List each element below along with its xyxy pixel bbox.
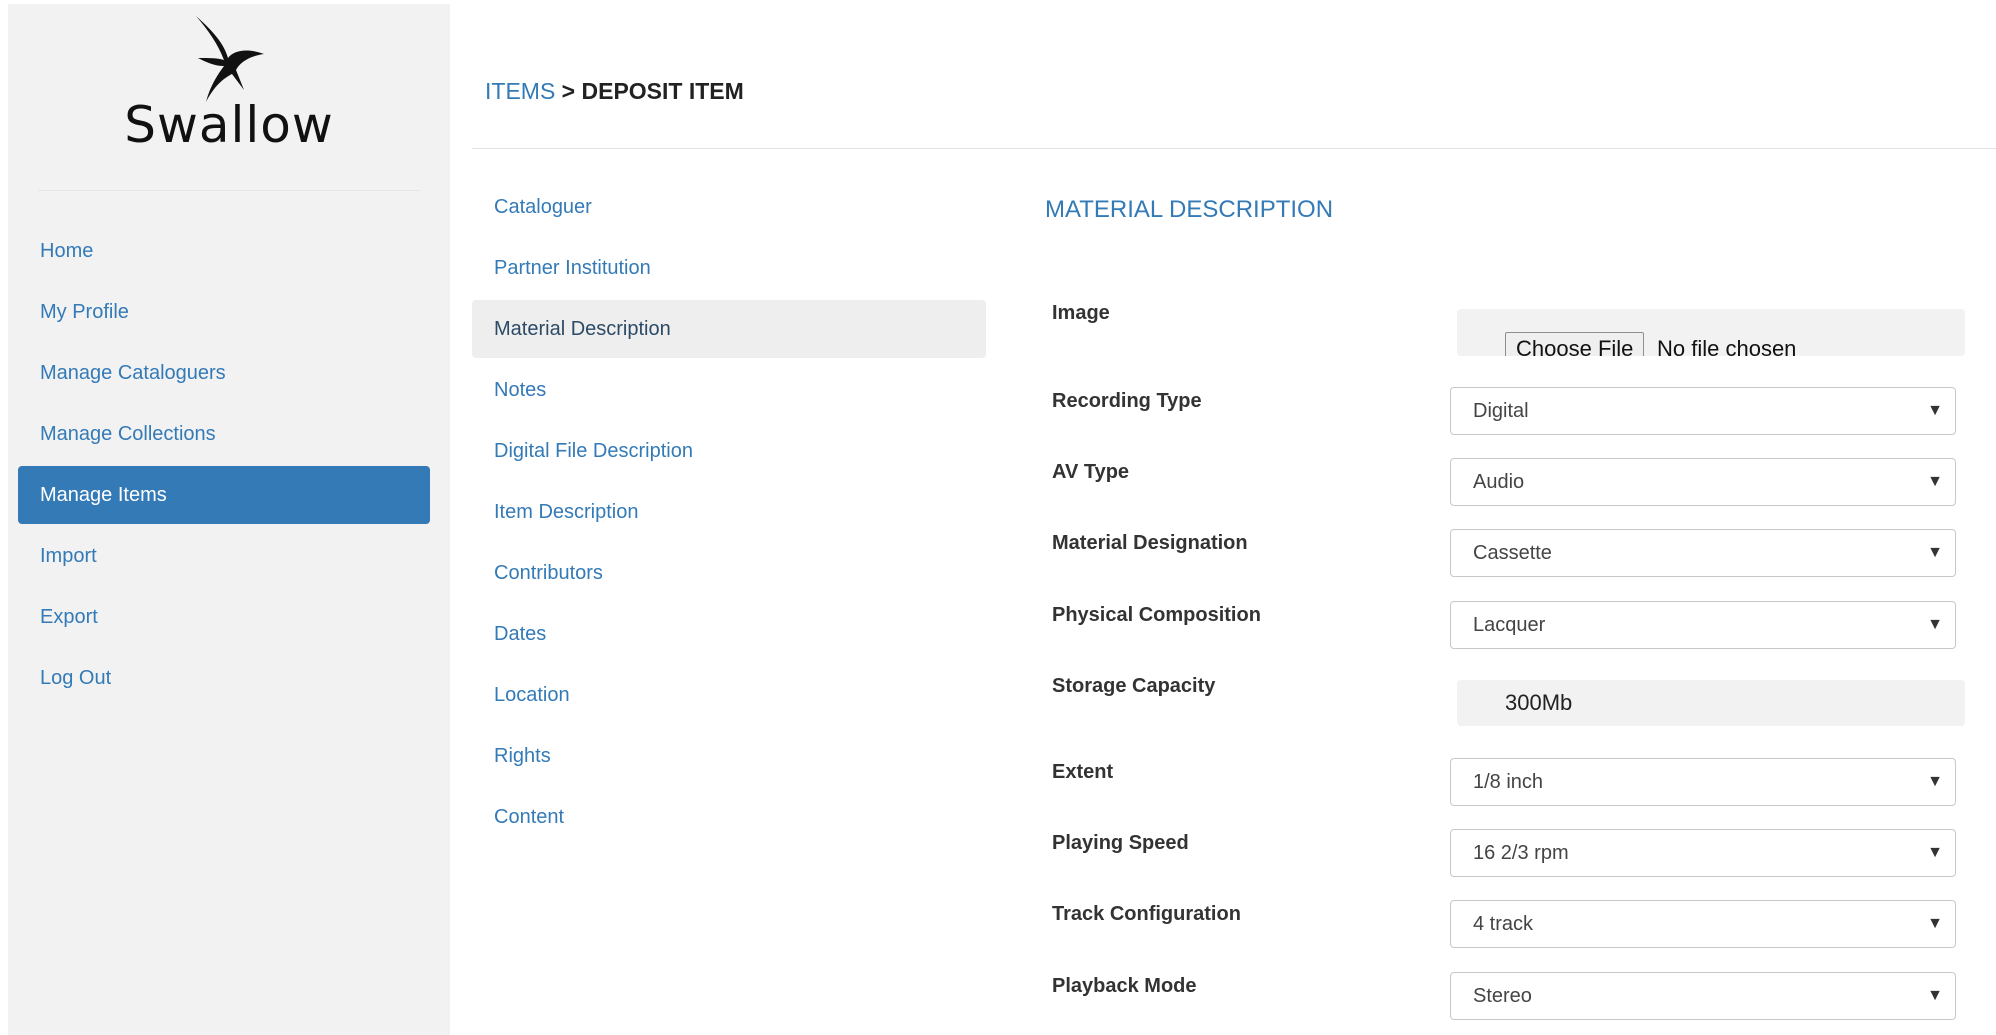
section-item-digital-file-description[interactable]: Digital File Description	[472, 422, 986, 480]
chevron-down-icon: ▼	[1927, 987, 1943, 1004]
material-designation-value: Cassette	[1473, 542, 1552, 564]
physical-composition-select[interactable]: Lacquer ▼	[1450, 601, 1956, 649]
playing-speed-select[interactable]: 16 2/3 rpm ▼	[1450, 829, 1956, 877]
chevron-down-icon: ▼	[1927, 402, 1943, 419]
sidebar-item-manage-items[interactable]: Manage Items	[18, 466, 430, 524]
breadcrumb: ITEMS > DEPOSIT ITEM	[485, 78, 744, 105]
av-type-value: Audio	[1473, 471, 1525, 493]
extent-label: Extent	[1052, 761, 1114, 783]
chevron-down-icon: ▼	[1927, 773, 1943, 790]
playing-speed-value: 16 2/3 rpm	[1473, 842, 1569, 864]
playback-mode-label: Playback Mode	[1052, 975, 1197, 997]
sidebar-item-manage-cataloguers[interactable]: Manage Cataloguers	[18, 344, 430, 402]
track-configuration-label: Track Configuration	[1052, 903, 1241, 925]
sidebar-nav: Home My Profile Manage Cataloguers Manag…	[18, 222, 430, 710]
section-item-rights[interactable]: Rights	[472, 727, 986, 785]
material-designation-label: Material Designation	[1052, 532, 1248, 554]
breadcrumb-items-link[interactable]: ITEMS	[485, 78, 555, 104]
section-item-content[interactable]: Content	[472, 788, 986, 846]
physical-composition-value: Lacquer	[1473, 614, 1546, 636]
sidebar-item-import[interactable]: Import	[18, 527, 430, 585]
section-item-material-description[interactable]: Material Description	[472, 300, 986, 358]
section-item-contributors[interactable]: Contributors	[472, 544, 986, 602]
extent-value: 1/8 inch	[1473, 771, 1544, 793]
chevron-down-icon: ▼	[1927, 844, 1943, 861]
sidebar-item-export[interactable]: Export	[18, 588, 430, 646]
playback-mode-value: Stereo	[1473, 985, 1532, 1007]
form-section-title: MATERIAL DESCRIPTION	[1045, 196, 1334, 223]
storage-capacity-label: Storage Capacity	[1052, 675, 1216, 697]
sidebar-item-manage-collections[interactable]: Manage Collections	[18, 405, 430, 463]
extent-select[interactable]: 1/8 inch ▼	[1450, 758, 1956, 806]
av-type-label: AV Type	[1052, 461, 1130, 483]
physical-composition-label: Physical Composition	[1052, 604, 1261, 626]
section-item-item-description[interactable]: Item Description	[472, 483, 986, 541]
chevron-down-icon: ▼	[1927, 544, 1943, 561]
sidebar: Swallow Home My Profile Manage Catalogue…	[8, 4, 450, 1035]
breadcrumb-separator: >	[561, 78, 576, 104]
chevron-down-icon: ▼	[1927, 473, 1943, 490]
storage-capacity-field[interactable]: 300Mb	[1457, 680, 1965, 726]
recording-type-label: Recording Type	[1052, 390, 1202, 412]
chevron-down-icon: ▼	[1927, 616, 1943, 633]
material-designation-select[interactable]: Cassette ▼	[1450, 529, 1956, 577]
chevron-down-icon: ▼	[1927, 915, 1943, 932]
choose-file-button[interactable]: Choose File	[1505, 332, 1645, 356]
section-nav: Cataloguer Partner Institution Material …	[472, 178, 986, 849]
track-configuration-select[interactable]: 4 track ▼	[1450, 900, 1956, 948]
file-status-text: No file chosen	[1657, 336, 1797, 356]
sidebar-item-my-profile[interactable]: My Profile	[18, 283, 430, 341]
playback-mode-select[interactable]: Stereo ▼	[1450, 972, 1956, 1020]
section-item-dates[interactable]: Dates	[472, 605, 986, 663]
recording-type-select[interactable]: Digital ▼	[1450, 387, 1956, 435]
section-item-notes[interactable]: Notes	[472, 361, 986, 419]
storage-capacity-value: 300Mb	[1505, 690, 1573, 715]
app-logo[interactable]: Swallow	[8, 4, 450, 190]
image-label: Image	[1052, 302, 1110, 324]
swallow-bird-icon	[196, 16, 264, 102]
section-item-partner-institution[interactable]: Partner Institution	[472, 239, 986, 297]
av-type-select[interactable]: Audio ▼	[1450, 458, 1956, 506]
app-name: Swallow	[124, 96, 334, 154]
track-configuration-value: 4 track	[1473, 913, 1534, 935]
playing-speed-label: Playing Speed	[1052, 832, 1189, 854]
sidebar-item-home[interactable]: Home	[18, 222, 430, 280]
sidebar-divider	[38, 190, 420, 191]
image-file-input[interactable]: Choose File No file chosen	[1457, 309, 1965, 356]
recording-type-value: Digital	[1473, 400, 1529, 422]
section-item-location[interactable]: Location	[472, 666, 986, 724]
sidebar-item-log-out[interactable]: Log Out	[18, 649, 430, 707]
page-title: DEPOSIT ITEM	[581, 78, 744, 104]
header-divider	[472, 148, 1996, 149]
section-item-cataloguer[interactable]: Cataloguer	[472, 178, 986, 236]
